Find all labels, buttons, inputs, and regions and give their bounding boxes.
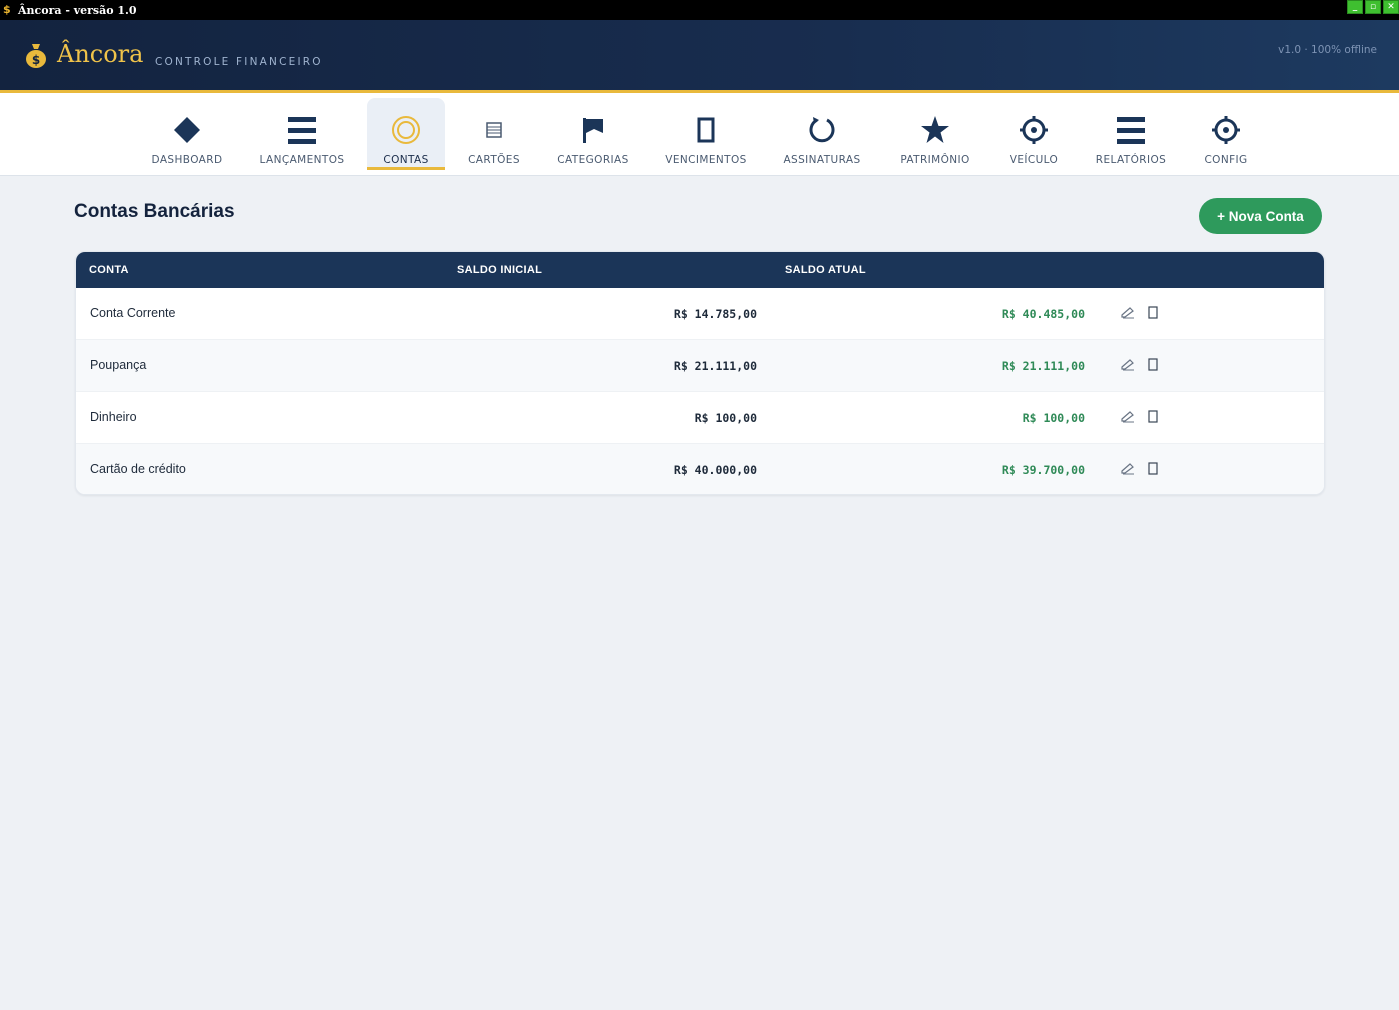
nav-label: CONFIG	[1204, 154, 1248, 166]
nav-label: PATRIMÔNIO	[900, 154, 970, 166]
list-icon	[288, 117, 316, 144]
brand-subtitle: CONTROLE FINANCEIRO	[155, 56, 323, 68]
page-title: Contas Bancárias	[74, 201, 235, 222]
version-label: v1.0 · 100% offline	[1278, 44, 1377, 56]
list-icon	[1117, 117, 1145, 144]
nav-item-categorias[interactable]: CATEGORIAS	[553, 98, 633, 170]
table-row: Conta Corrente R$ 14.785,00 R$ 40.485,00	[76, 288, 1324, 340]
edit-icon[interactable]	[1121, 409, 1135, 423]
gear-icon	[1212, 116, 1240, 144]
nav-label: LANÇAMENTOS	[259, 154, 345, 166]
nav-label: CATEGORIAS	[557, 154, 629, 166]
svg-text:$: $	[32, 53, 40, 67]
delete-icon[interactable]	[1148, 462, 1158, 475]
table-row: Cartão de crédito R$ 40.000,00 R$ 39.700…	[76, 444, 1324, 494]
initial-balance: R$ 100,00	[694, 411, 757, 425]
close-button[interactable]: ✕	[1383, 0, 1399, 14]
current-balance: R$ 39.700,00	[1001, 463, 1085, 477]
nav-label: VEÍCULO	[1009, 154, 1059, 166]
card-icon	[486, 122, 502, 138]
account-name: Cartão de crédito	[90, 462, 186, 476]
initial-balance: R$ 40.000,00	[673, 463, 757, 477]
nav-item-config[interactable]: CONFIG	[1198, 98, 1254, 170]
delete-icon[interactable]	[1148, 358, 1158, 371]
column-header-saldo-atual: SALDO ATUAL	[785, 264, 866, 276]
nav-label: ASSINATURAS	[783, 154, 861, 166]
current-balance: R$ 21.111,00	[1001, 359, 1085, 373]
wheel-icon	[1020, 116, 1048, 144]
edit-icon[interactable]	[1121, 357, 1135, 371]
target-icon	[392, 116, 420, 144]
nav-item-patrimonio[interactable]: PATRIMÔNIO	[893, 98, 977, 170]
money-bag-icon: $	[26, 44, 46, 68]
nav-item-veiculo[interactable]: VEÍCULO	[1004, 98, 1064, 170]
edit-icon[interactable]	[1121, 461, 1135, 475]
column-header-saldo-inicial: SALDO INICIAL	[457, 264, 543, 276]
edit-icon[interactable]	[1121, 305, 1135, 319]
money-bag-icon: $	[3, 3, 11, 16]
delete-icon[interactable]	[1148, 410, 1158, 423]
account-name: Poupança	[90, 358, 147, 372]
maximize-button[interactable]: ▫	[1365, 0, 1381, 14]
star-icon	[921, 116, 949, 143]
nav-item-vencimentos[interactable]: VENCIMENTOS	[661, 98, 751, 170]
brand-name: Âncora	[57, 40, 144, 68]
nav-item-lancamentos[interactable]: LANÇAMENTOS	[255, 98, 349, 170]
refresh-icon	[809, 117, 835, 143]
nav-label: RELATÓRIOS	[1095, 154, 1167, 166]
column-header-conta: CONTA	[89, 264, 129, 276]
nav-item-assinaturas[interactable]: ASSINATURAS	[779, 98, 865, 170]
table-row: Dinheiro R$ 100,00 R$ 100,00	[76, 392, 1324, 444]
window-controls: _ ▫ ✕	[1347, 0, 1399, 14]
initial-balance: R$ 21.111,00	[673, 359, 757, 373]
nav-label: CARTÕES	[468, 154, 520, 166]
flag-icon	[583, 118, 603, 143]
nav-item-cartoes[interactable]: CARTÕES	[463, 98, 525, 170]
minimize-button[interactable]: _	[1347, 0, 1363, 14]
delete-icon[interactable]	[1148, 306, 1158, 319]
account-name: Dinheiro	[90, 410, 137, 424]
app-header: $ Âncora CONTROLE FINANCEIRO v1.0 · 100%…	[0, 20, 1399, 93]
current-balance: R$ 100,00	[1022, 411, 1085, 425]
window-titlebar: $ Âncora - versão 1.0 _ ▫ ✕	[0, 0, 1399, 20]
initial-balance: R$ 14.785,00	[673, 307, 757, 321]
account-name: Conta Corrente	[90, 306, 176, 320]
current-balance: R$ 40.485,00	[1001, 307, 1085, 321]
table-header: CONTA SALDO INICIAL SALDO ATUAL	[76, 252, 1324, 288]
nav-label: VENCIMENTOS	[665, 154, 747, 166]
nav-item-contas[interactable]: CONTAS	[367, 98, 445, 170]
main-nav: DASHBOARD LANÇAMENTOS CONTAS CARTÕES CAT…	[0, 93, 1399, 176]
nav-item-dashboard[interactable]: DASHBOARD	[147, 98, 227, 170]
table-row: Poupança R$ 21.111,00 R$ 21.111,00	[76, 340, 1324, 392]
accounts-table: CONTA SALDO INICIAL SALDO ATUAL Conta Co…	[75, 251, 1325, 495]
nav-label: DASHBOARD	[151, 154, 223, 166]
window-title: Âncora - versão 1.0	[18, 3, 137, 17]
rectangle-icon	[697, 117, 715, 143]
nav-item-relatorios[interactable]: RELATÓRIOS	[1092, 98, 1170, 170]
nav-label: CONTAS	[383, 154, 429, 166]
diamond-icon	[174, 117, 200, 143]
new-account-button[interactable]: + Nova Conta	[1199, 198, 1322, 234]
